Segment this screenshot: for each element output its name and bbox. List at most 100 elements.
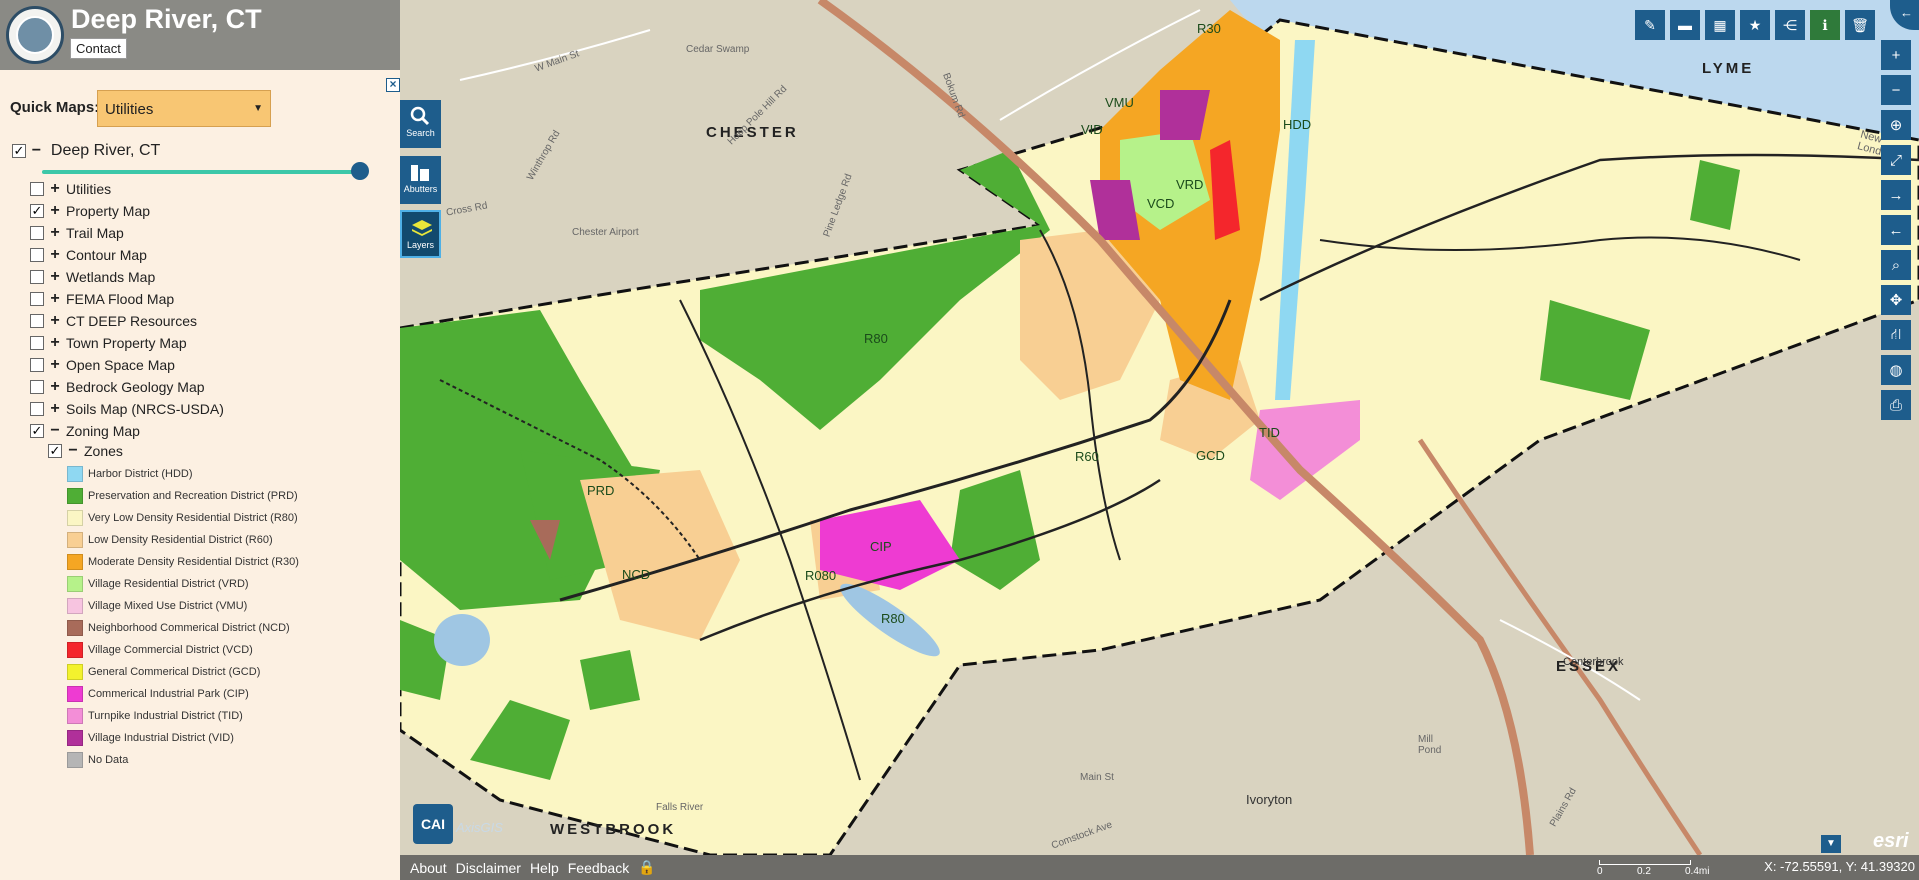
zone-label-vmu: VMU bbox=[1105, 95, 1134, 110]
place-label-centerbrook: Centerbrook bbox=[1563, 656, 1624, 668]
trash-icon[interactable]: 🗑 bbox=[1845, 10, 1875, 40]
legend-item: Village Residential District (VRD) bbox=[67, 573, 299, 595]
zone-label-r60: R60 bbox=[1075, 449, 1099, 464]
layer-item[interactable]: + Town Property Map bbox=[30, 332, 224, 354]
disclaimer-link[interactable]: Disclaimer bbox=[456, 860, 521, 876]
layer-checkbox[interactable] bbox=[30, 182, 44, 196]
expand-icon[interactable]: + bbox=[49, 246, 61, 264]
expand-icon[interactable]: + bbox=[49, 312, 61, 330]
zoom-in-icon[interactable]: + bbox=[1881, 40, 1911, 70]
layer-item[interactable]: ✓ − Zoning Map bbox=[30, 420, 224, 442]
legend-label: General Commerical District (GCD) bbox=[88, 666, 261, 678]
opacity-slider-track[interactable] bbox=[42, 170, 362, 174]
expand-icon[interactable]: + bbox=[49, 290, 61, 308]
layer-checkbox[interactable] bbox=[30, 358, 44, 372]
zoom-box-icon[interactable]: ⌕ bbox=[1881, 250, 1911, 280]
collapse-icon[interactable]: − bbox=[30, 142, 42, 160]
collapse-icon[interactable]: − bbox=[67, 442, 79, 460]
layer-label: Zoning Map bbox=[66, 423, 140, 439]
contact-button[interactable]: Contact bbox=[70, 38, 127, 59]
print-icon[interactable]: ⎙ bbox=[1881, 390, 1911, 420]
opacity-slider-handle[interactable] bbox=[351, 162, 369, 180]
legend-swatch bbox=[67, 730, 83, 746]
search-tool-button[interactable]: Search bbox=[400, 100, 441, 148]
expand-icon[interactable]: + bbox=[49, 378, 61, 396]
layer-label: Wetlands Map bbox=[66, 269, 156, 285]
street-view-icon[interactable]: ⛙ bbox=[1881, 320, 1911, 350]
legend-label: Commerical Industrial Park (CIP) bbox=[88, 688, 249, 700]
layer-item[interactable]: + FEMA Flood Map bbox=[30, 288, 224, 310]
layer-checkbox[interactable] bbox=[30, 336, 44, 350]
scale-tick-2: 0.4mi bbox=[1685, 866, 1710, 877]
layer-checkbox[interactable] bbox=[30, 402, 44, 416]
panel-close-icon[interactable]: × bbox=[386, 78, 400, 92]
pan-icon[interactable]: ✥ bbox=[1881, 285, 1911, 315]
layer-item[interactable]: + Soils Map (NRCS-USDA) bbox=[30, 398, 224, 420]
expand-icon[interactable]: + bbox=[49, 400, 61, 418]
legend-item: Village Commercial District (VCD) bbox=[67, 639, 299, 661]
previous-extent-arrow-icon[interactable]: ← bbox=[1881, 215, 1911, 245]
layer-checkbox[interactable] bbox=[30, 248, 44, 262]
share-icon[interactable]: ⋲ bbox=[1775, 10, 1805, 40]
layer-item[interactable]: + Contour Map bbox=[30, 244, 224, 266]
crosshair-locate-icon[interactable]: ⊕ bbox=[1881, 110, 1911, 140]
root-layer-checkbox[interactable]: ✓ bbox=[12, 144, 26, 158]
map-canvas[interactable]: CHESTER LYME ESSEX WESTBROOK R30 VMU VID… bbox=[400, 0, 1919, 855]
legend-swatch bbox=[67, 752, 83, 768]
expand-icon[interactable]: + bbox=[49, 224, 61, 242]
legend-label: Village Residential District (VRD) bbox=[88, 578, 249, 590]
legend-item: Village Mixed Use District (VMU) bbox=[67, 595, 299, 617]
full-extent-icon[interactable]: ⤢ bbox=[1881, 145, 1911, 175]
legend-swatch bbox=[67, 708, 83, 724]
help-link[interactable]: Help bbox=[530, 860, 559, 876]
feedback-link[interactable]: Feedback bbox=[568, 860, 629, 876]
abutters-tool-button[interactable]: Abutters bbox=[400, 156, 441, 204]
layers-tool-button[interactable]: Layers bbox=[400, 210, 441, 258]
layer-item[interactable]: ✓ + Property Map bbox=[30, 200, 224, 222]
layer-label: Soils Map (NRCS-USDA) bbox=[66, 401, 224, 417]
layer-item[interactable]: + Bedrock Geology Map bbox=[30, 376, 224, 398]
layer-item[interactable]: + Open Space Map bbox=[30, 354, 224, 376]
expand-icon[interactable]: + bbox=[49, 356, 61, 374]
layer-item[interactable]: + CT DEEP Resources bbox=[30, 310, 224, 332]
place-label-mill-pond: Mill Pond bbox=[1418, 734, 1442, 756]
draw-pencil-icon[interactable]: ✎ bbox=[1635, 10, 1665, 40]
legend-label: No Data bbox=[88, 754, 129, 766]
legend-swatch bbox=[67, 642, 83, 658]
expand-icon[interactable]: + bbox=[49, 202, 61, 220]
layer-checkbox[interactable] bbox=[30, 270, 44, 284]
quick-maps-select[interactable]: Utilities ▼ bbox=[97, 90, 271, 127]
legend-swatch bbox=[67, 686, 83, 702]
chevron-down-icon[interactable]: ▼ bbox=[1821, 835, 1841, 853]
layer-checkbox[interactable] bbox=[30, 226, 44, 240]
town-label-lyme: LYME bbox=[1702, 60, 1755, 77]
scale-tick-0: 0 bbox=[1597, 866, 1603, 877]
next-extent-arrow-icon[interactable]: → bbox=[1881, 180, 1911, 210]
zone-label-vid: VID bbox=[1081, 122, 1103, 137]
about-link[interactable]: About bbox=[410, 860, 447, 876]
layer-item[interactable]: + Utilities bbox=[30, 178, 224, 200]
layer-checkbox[interactable] bbox=[30, 314, 44, 328]
bookmark-star-icon[interactable]: ★ bbox=[1740, 10, 1770, 40]
layer-checkbox[interactable]: ✓ bbox=[30, 424, 44, 438]
layer-checkbox[interactable] bbox=[30, 380, 44, 394]
info-icon[interactable]: ℹ bbox=[1810, 10, 1840, 40]
layer-item[interactable]: + Trail Map bbox=[30, 222, 224, 244]
lock-icon[interactable]: 🔒 bbox=[638, 859, 655, 876]
layer-label: Property Map bbox=[66, 203, 151, 219]
zones-checkbox[interactable]: ✓ bbox=[48, 444, 62, 458]
legend-swatch bbox=[67, 620, 83, 636]
layer-checkbox[interactable]: ✓ bbox=[30, 204, 44, 218]
expand-icon[interactable]: + bbox=[49, 268, 61, 286]
expand-icon[interactable]: + bbox=[49, 334, 61, 352]
zoom-out-icon[interactable]: − bbox=[1881, 75, 1911, 105]
globe-icon[interactable]: ◍ bbox=[1881, 355, 1911, 385]
abutters-tool-label: Abutters bbox=[403, 184, 438, 194]
grid-table-icon[interactable]: ▦ bbox=[1705, 10, 1735, 40]
measure-ruler-icon[interactable]: ▬ bbox=[1670, 10, 1700, 40]
expand-icon[interactable]: + bbox=[49, 180, 61, 198]
cai-logo: CAI bbox=[413, 804, 453, 844]
collapse-icon[interactable]: − bbox=[49, 422, 61, 440]
layer-checkbox[interactable] bbox=[30, 292, 44, 306]
layer-item[interactable]: + Wetlands Map bbox=[30, 266, 224, 288]
